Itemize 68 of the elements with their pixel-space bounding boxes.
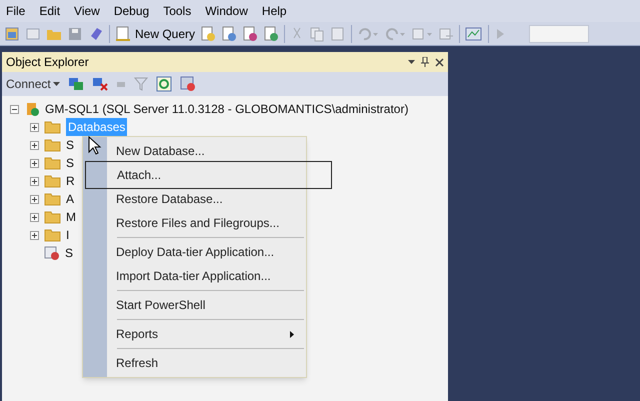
menu-item[interactable]: View [74,2,100,20]
menu-item[interactable]: Window [205,2,248,20]
new-project-icon[interactable] [4,26,20,42]
menu-item[interactable]: Attach... [85,161,332,189]
copy-icon[interactable] [309,26,326,42]
menu-item[interactable]: Import Data-tier Application... [83,264,306,288]
expander-icon[interactable] [30,140,39,150]
folder-icon [44,156,61,170]
pin-icon[interactable] [421,57,429,67]
new-query-button[interactable]: New Query [115,24,196,42]
navigate-back-icon[interactable] [411,26,434,42]
menu-item[interactable]: Restore Database... [83,187,306,211]
tree-item[interactable]: GM-SQL1 (SQL Server 11.0.3128 - GLOBOMANTICS\administrator) [45,100,408,118]
menu-item[interactable]: Deploy Data-tier Application... [83,240,306,264]
menu-item[interactable]: New Database... [83,139,306,163]
tree-item[interactable]: M [66,208,76,226]
expander-icon[interactable] [30,212,39,222]
add-item-icon[interactable] [25,26,41,42]
dropdown-icon[interactable] [408,60,415,64]
activity-monitor-icon[interactable] [465,26,484,42]
folder-icon [44,192,61,206]
caret-icon [52,82,60,86]
folder-icon [44,174,61,188]
expander-icon[interactable] [10,104,19,114]
search-field[interactable] [529,24,590,42]
submenu-arrow-icon [290,330,294,338]
folder-icon [44,120,61,134]
server-icon [24,101,40,117]
connect-server-icon[interactable] [68,77,84,91]
new-query-icon [115,26,131,42]
database-query-icon[interactable] [221,26,238,42]
filter-icon[interactable] [134,77,148,91]
save-icon[interactable] [67,26,83,42]
database-query-icon[interactable] [200,26,216,42]
menu-item[interactable]: Restore Files and Filegroups... [83,211,306,235]
menu-item[interactable]: Start PowerShell [83,293,306,317]
tree-item[interactable]: R [66,172,75,190]
expander-icon[interactable] [30,176,39,186]
expander-icon[interactable] [30,122,39,132]
paste-icon[interactable] [330,26,346,42]
refresh-icon[interactable] [156,76,172,92]
folder-icon [44,138,61,152]
tree-item[interactable]: A [66,190,74,208]
expander-icon[interactable] [30,158,39,168]
menu-item[interactable]: Reports [83,322,306,346]
folder-icon [44,228,61,242]
disconnect-icon[interactable] [92,77,108,91]
expander-icon[interactable] [30,230,39,240]
expander-icon[interactable] [30,194,39,204]
menu-item[interactable]: Tools [163,2,192,20]
menu-item[interactable]: Debug [114,2,150,20]
agent-icon [44,245,60,261]
folder-icon [44,210,61,224]
menu-item[interactable]: Help [262,2,287,20]
tree-item[interactable]: S [66,136,74,154]
activity-icon[interactable] [180,76,196,92]
tree-item[interactable]: S [65,244,74,262]
connect-button[interactable]: Connect [6,75,60,93]
menu-item[interactable]: Refresh [83,351,306,375]
menu-item[interactable]: Edit [39,2,60,20]
tree-item[interactable]: S [66,154,74,172]
database-query-icon[interactable] [242,26,258,42]
menu-item[interactable]: File [6,2,26,20]
panel-title: Object Explorer [6,54,89,71]
database-query-icon[interactable] [263,26,280,42]
mouse-cursor-icon [88,136,102,156]
close-icon[interactable] [435,58,444,66]
tree-item[interactable]: I [66,226,70,244]
